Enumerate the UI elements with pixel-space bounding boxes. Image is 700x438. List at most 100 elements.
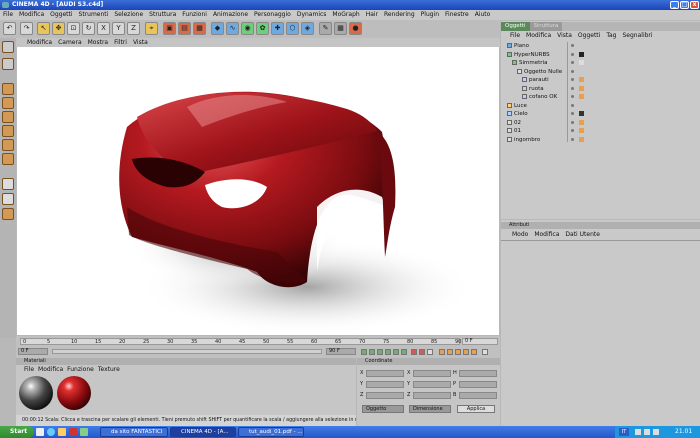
record-icon[interactable]: ●	[349, 22, 362, 35]
menu-item[interactable]: File	[0, 10, 16, 20]
visibility-dot-icon[interactable]	[571, 137, 574, 141]
render-region-icon[interactable]: ▤	[178, 22, 191, 35]
tag-icon[interactable]	[579, 51, 584, 57]
texture-mode-icon[interactable]	[2, 83, 14, 95]
media-icon[interactable]	[80, 428, 88, 436]
visibility-dot-icon[interactable]	[571, 86, 574, 90]
menu-item[interactable]: Oggetti	[47, 10, 75, 20]
viewport-menu-item[interactable]: Filtri	[111, 38, 130, 47]
tray-icon[interactable]	[635, 429, 641, 435]
scene-icon[interactable]: ⬡	[286, 22, 299, 35]
menu-item[interactable]: Plugin	[418, 10, 442, 20]
tag-icon[interactable]	[579, 85, 584, 91]
uv-mode-icon[interactable]	[2, 153, 14, 165]
array-icon[interactable]: ✿	[256, 22, 269, 35]
record-key-icon[interactable]	[411, 349, 417, 355]
viewport-menu-item[interactable]: Modifica	[24, 38, 55, 47]
menu-item[interactable]: Modifica	[16, 10, 47, 20]
move-icon[interactable]: ✥	[52, 22, 65, 35]
x-axis-button[interactable]: X	[97, 22, 110, 35]
cube-icon[interactable]: ◆	[211, 22, 224, 35]
menu-item[interactable]: MoGraph	[329, 10, 362, 20]
visibility-dot-icon[interactable]	[571, 103, 574, 107]
app-quick-icon[interactable]	[69, 428, 77, 436]
object-menu-item[interactable]: Oggetti	[575, 32, 603, 40]
tag-icon[interactable]	[579, 136, 584, 142]
model-mode-icon[interactable]	[2, 41, 14, 53]
menu-item[interactable]: Personaggio	[251, 10, 294, 20]
object-row[interactable]: ingombro	[501, 136, 700, 144]
visibility-dot-icon[interactable]	[571, 129, 574, 132]
next-frame-icon[interactable]	[393, 349, 399, 355]
camera-icon[interactable]: ◈	[301, 22, 314, 35]
rot-key-icon[interactable]	[455, 349, 461, 355]
task-item-pdf[interactable]: tut_audi_01.pdf - ...	[238, 427, 304, 437]
coord-system-icon[interactable]: ⌖	[145, 22, 158, 35]
polygons-mode-icon[interactable]	[2, 139, 14, 151]
coord-field[interactable]	[366, 370, 404, 377]
object-row[interactable]: 02	[501, 119, 700, 127]
current-frame-field[interactable]: 0 F	[462, 338, 498, 345]
visibility-dot-icon[interactable]	[571, 95, 574, 98]
tag-icon[interactable]	[579, 128, 584, 133]
material-menu-item[interactable]: Funzione	[67, 366, 98, 374]
start-button[interactable]: Start	[0, 426, 34, 438]
tag-icon[interactable]	[579, 94, 584, 99]
object-row[interactable]: 01	[501, 127, 700, 135]
visibility-dot-icon[interactable]	[571, 61, 574, 64]
scale-icon[interactable]: ⊡	[67, 22, 80, 35]
object-row[interactable]: parauti	[501, 76, 700, 84]
play-icon[interactable]	[385, 349, 391, 355]
menu-item[interactable]: Hair	[363, 10, 381, 20]
3d-viewport[interactable]	[17, 47, 499, 335]
timeline-ruler[interactable]: 0 5 10 15 20 25 30 35 40 45 50 55 60 65 70 75 80 85 90	[20, 338, 461, 345]
tool-icon[interactable]: ✎	[319, 22, 332, 35]
grid-icon[interactable]: ▦	[334, 22, 347, 35]
menu-item[interactable]: Aiuto	[472, 10, 494, 20]
object-row[interactable]: Cielo	[501, 110, 700, 118]
material-menu-item[interactable]: Texture	[98, 366, 124, 374]
workplane-icon[interactable]	[2, 208, 14, 220]
visibility-dot-icon[interactable]	[571, 44, 574, 47]
pos-key-icon[interactable]	[439, 349, 445, 355]
viewport-menu-item[interactable]: Mostra	[85, 38, 111, 47]
object-menu-item[interactable]: Segnalibri	[620, 32, 656, 40]
object-row[interactable]: cofano OK	[501, 93, 700, 101]
goto-start-icon[interactable]	[361, 349, 367, 355]
material-menu-item[interactable]: File	[24, 366, 38, 374]
coord-field[interactable]	[413, 370, 451, 377]
coord-field[interactable]	[413, 392, 451, 399]
param-key-icon[interactable]	[463, 349, 469, 355]
undo-icon[interactable]: ↶	[3, 22, 16, 35]
rotate-icon[interactable]: ↻	[82, 22, 95, 35]
attributes-menu-item[interactable]: Modo	[509, 231, 531, 239]
live-select-icon[interactable]: ↖	[37, 22, 50, 35]
prev-frame-icon[interactable]	[369, 349, 375, 355]
play-back-icon[interactable]	[377, 349, 383, 355]
nurbs-icon[interactable]: ◉	[241, 22, 254, 35]
menu-item[interactable]: Finestre	[442, 10, 472, 20]
menu-item[interactable]: Funzioni	[179, 10, 210, 20]
menu-item[interactable]: Dynamics	[294, 10, 330, 20]
visibility-dot-icon[interactable]	[571, 112, 574, 115]
object-row[interactable]: Simmetria	[501, 59, 700, 67]
show-desktop-icon[interactable]	[36, 428, 44, 436]
tag-icon[interactable]	[579, 60, 584, 65]
frame-range-slider[interactable]	[52, 349, 322, 354]
size-mode-dropdown[interactable]: Dimensione	[409, 405, 451, 413]
menu-item[interactable]: Animazione	[210, 10, 251, 20]
material-swatch-red-paint[interactable]	[57, 376, 91, 410]
object-row[interactable]: ruota	[501, 85, 700, 93]
maximize-button[interactable]: □	[680, 1, 689, 9]
close-button[interactable]: x	[690, 1, 699, 9]
coord-field[interactable]	[413, 381, 451, 388]
key-selection-icon[interactable]	[427, 349, 433, 355]
menu-item[interactable]: Struttura	[146, 10, 179, 20]
edges-mode-icon[interactable]	[2, 125, 14, 137]
checker-icon[interactable]	[2, 178, 14, 190]
tag-icon[interactable]	[579, 119, 584, 125]
menu-item[interactable]: Strumenti	[76, 10, 112, 20]
material-menu-item[interactable]: Modifica	[38, 366, 67, 374]
tag-icon[interactable]	[579, 103, 584, 108]
coord-field[interactable]	[459, 392, 497, 399]
